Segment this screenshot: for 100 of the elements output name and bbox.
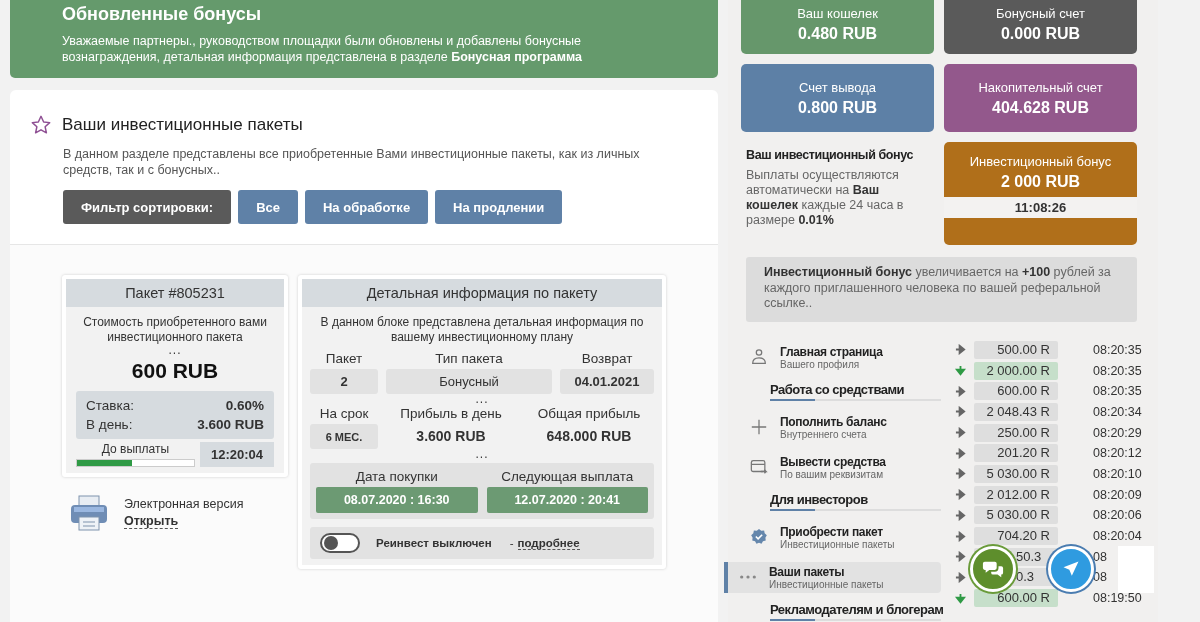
details-link[interactable]: подробнее	[517, 536, 580, 550]
section-description: В данном разделе представлены все приобретенные Вами инвестиционные пакеты, как из личных средств, так и с бонусных..	[63, 146, 641, 178]
time-cell: 08:20:34	[1093, 404, 1142, 419]
time-cell: 08:19:50	[1093, 591, 1142, 606]
check-badge-icon	[750, 528, 768, 546]
field-value: 6 МЕС.	[310, 424, 378, 449]
reinvest-toggle[interactable]	[320, 533, 360, 553]
nav-item[interactable]: Вывести средства По вашим реквизитам	[724, 451, 941, 483]
right-arrow-icon	[955, 344, 966, 356]
right-arrow-icon	[955, 427, 966, 439]
time-cell: 08:20:35	[1093, 363, 1142, 378]
bonus-card-title: Инвестиционный бонус	[968, 154, 1113, 169]
right-arrow-icon	[955, 530, 966, 542]
field-value: Бонусный	[386, 369, 552, 394]
electronic-version-label: Электронная версия	[124, 497, 244, 511]
amount-cell: 2 012.00 R	[974, 485, 1058, 504]
time-cell: 08:20:35	[1093, 384, 1142, 399]
banner-title: Обновленные бонусы	[62, 4, 263, 25]
account-amount: 0.000 RUB	[999, 24, 1082, 43]
right-arrow-icon	[955, 551, 966, 563]
time-cell: 08:20:12	[1093, 446, 1142, 461]
field-label: Общая прибыль	[536, 405, 642, 423]
down-arrow-icon	[955, 592, 966, 604]
rate-label: Ставка:	[86, 397, 134, 415]
right-arrow-icon	[955, 447, 966, 459]
chat-button[interactable]	[970, 545, 1016, 592]
amount-cell: 704.20 R	[974, 527, 1058, 546]
nav-heading: Работа со средствами	[770, 381, 941, 401]
date-label: Следующая выплата	[500, 468, 635, 486]
time-cell: 08:20:29	[1093, 425, 1142, 440]
field-label: Возврат	[580, 350, 634, 368]
nav-item[interactable]: Ваши пакеты Инвестиционные пакеты	[724, 561, 941, 593]
field-value: 3.600 RUB	[415, 427, 487, 446]
bonus-timer: 11:08:26	[944, 197, 1137, 218]
right-arrow-icon	[955, 489, 966, 501]
open-link[interactable]: Открыть	[124, 514, 179, 529]
filter-button[interactable]: На обработке	[305, 190, 429, 224]
time-cell: 08:20:35	[1093, 342, 1142, 357]
referral-note: Инвестиционный бонус увеличивается на +100 рублей за каждого приглашенного человека по вашей реферальной ссылке..	[746, 257, 1137, 322]
account-amount: 0.480 RUB	[796, 24, 879, 43]
separator-dots: ...	[168, 345, 182, 355]
time-cell: 08:20:04	[1093, 529, 1142, 544]
package-title: Пакет #805231	[66, 279, 284, 307]
right-arrow-icon	[955, 406, 966, 418]
time-cell: 08:20:09	[1093, 487, 1142, 502]
account-title: Накопительный счет	[977, 79, 1104, 95]
account-title: Счет вывода	[797, 79, 878, 95]
amount-cell: 2 048.43 R	[974, 402, 1058, 421]
right-arrow-icon	[955, 509, 966, 521]
down-arrow-icon	[955, 365, 966, 377]
bonus-title: Ваш инвестиционный бонус	[746, 148, 914, 162]
amount-cell: 500.00 R	[974, 340, 1058, 359]
cost-label: Стоимость приобретенного вами инвестиционного пакета	[82, 315, 268, 345]
date-value: 08.07.2020 : 16:30	[316, 487, 478, 513]
date-label: Дата покупки	[354, 468, 439, 486]
filter-button[interactable]: Все	[238, 190, 298, 224]
banner-text: Уважаемые партнеры., руководством площадки были обновлены и добавлены бонусные вознаграждения, детальная информация представлена в разделе Бонусная программа	[62, 33, 584, 65]
nav-item[interactable]: Пополнить баланс Внутреннего счета	[724, 411, 941, 443]
nav-heading: Для инвесторов	[770, 491, 941, 511]
field-value: 2	[310, 369, 378, 394]
time-cell: 08	[1093, 549, 1107, 564]
nav-heading: Рекламодателям и блогерам	[770, 601, 941, 621]
right-arrow-icon	[955, 385, 966, 397]
dash-text: -	[509, 537, 514, 549]
rate-value: 0.60%	[225, 397, 264, 415]
amount-cell: 5 030.00 R	[974, 506, 1058, 525]
nav-item[interactable]: Главная страница Вашего профиля	[724, 341, 941, 373]
separator-dots: ...	[474, 394, 490, 404]
account-title: Бонусный счет	[994, 5, 1087, 21]
field-label: Пакет	[324, 350, 364, 368]
amount-cell: 600.00 R	[974, 382, 1058, 401]
right-arrow-icon	[955, 571, 966, 583]
payout-timer: 12:20:04	[200, 442, 274, 467]
field-value: 648.000 RUB	[545, 427, 633, 446]
filter-heading: Фильтр сортировки:	[63, 190, 232, 224]
field-label: Прибыль в день	[399, 405, 503, 423]
separator-dots: ...	[474, 449, 490, 459]
field-label: На срок	[318, 405, 370, 423]
field-value: 04.01.2021	[560, 369, 654, 394]
daily-value: 3.600 RUB	[197, 416, 264, 434]
details-title: Детальная информация по пакету	[302, 279, 662, 307]
account-title: Ваш кошелек	[796, 5, 879, 21]
filter-button[interactable]: На продлении	[435, 190, 563, 224]
account-amount: 0.800 RUB	[796, 98, 879, 117]
send-button[interactable]	[1048, 545, 1094, 592]
date-value: 12.07.2020 : 20:41	[486, 487, 648, 513]
daily-label: В день:	[86, 416, 133, 434]
star-icon	[30, 114, 52, 136]
account-amount: 404.628 RUB	[991, 98, 1090, 117]
amount-cell: 201.20 R	[974, 444, 1058, 463]
payout-label: До выплаты	[100, 442, 171, 456]
reinvest-label: Реинвест выключен	[376, 537, 492, 549]
time-cell: 08:20:06	[1093, 508, 1142, 523]
time-cell: 08:20:10	[1093, 466, 1142, 481]
amount-cell: 2 000.00 R	[974, 361, 1058, 380]
nav-item[interactable]: Приобрести пакет Инвестиционные пакеты	[724, 521, 941, 553]
dots-icon	[739, 574, 757, 580]
printer-icon	[70, 495, 108, 531]
bonus-amount: 2 000 RUB	[999, 173, 1082, 191]
package-price: 600 RUB	[130, 359, 220, 383]
